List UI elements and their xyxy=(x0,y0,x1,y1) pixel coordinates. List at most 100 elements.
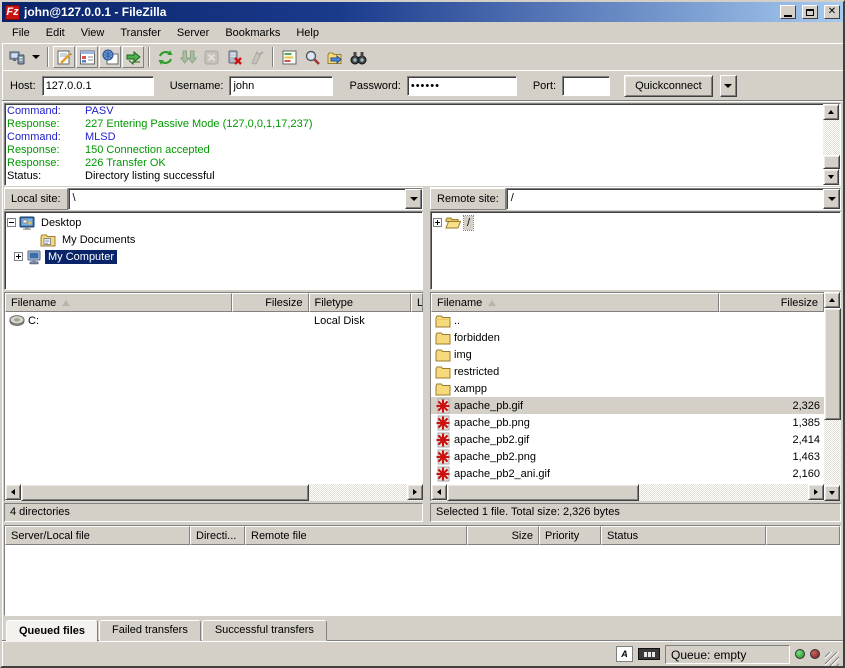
refresh-button[interactable] xyxy=(154,46,176,68)
column-header-size[interactable]: Size xyxy=(467,526,539,545)
tree-label-desktop[interactable]: Desktop xyxy=(38,216,84,230)
scrollbar-thumb[interactable] xyxy=(824,308,841,420)
column-header-priority[interactable]: Priority xyxy=(539,526,601,545)
column-header-filetype[interactable]: Filetype xyxy=(309,293,412,312)
menu-server[interactable]: Server xyxy=(169,24,217,42)
menu-view[interactable]: View xyxy=(73,24,113,42)
file-row-img[interactable]: img xyxy=(431,346,824,363)
toggle-queue-button[interactable] xyxy=(122,46,144,68)
file-row-apache-pb2-ani-gif[interactable]: apache_pb2_ani.gif 2,160 xyxy=(431,465,824,482)
reconnect-button[interactable] xyxy=(246,46,268,68)
maximize-button[interactable] xyxy=(802,5,818,19)
tree-label-my-computer[interactable]: My Computer xyxy=(45,250,117,264)
menu-bookmarks[interactable]: Bookmarks xyxy=(217,24,288,42)
resize-grip[interactable] xyxy=(825,652,839,666)
tab-queued-files[interactable]: Queued files xyxy=(6,620,98,642)
desktop-icon xyxy=(19,215,35,231)
close-button[interactable]: ✕ xyxy=(824,5,840,19)
titlebar[interactable]: Fz john@127.0.0.1 - FileZilla ✕ xyxy=(2,2,843,22)
site-manager-button[interactable] xyxy=(6,46,28,68)
tree-item-my-computer[interactable]: My Computer xyxy=(7,248,422,265)
file-row-apache-pb-png[interactable]: apache_pb.png 1,385 xyxy=(431,414,824,431)
tree-item-desktop[interactable]: Desktop xyxy=(7,214,422,231)
tab-failed-transfers[interactable]: Failed transfers xyxy=(99,620,201,641)
column-header-filesize[interactable]: Filesize xyxy=(232,293,309,312)
file-row-forbidden[interactable]: forbidden xyxy=(431,329,824,346)
directory-comparison-button[interactable] xyxy=(347,46,369,68)
host-input[interactable] xyxy=(42,76,154,96)
file-row-restricted[interactable]: restricted xyxy=(431,363,824,380)
remote-site-value[interactable]: / xyxy=(507,189,823,209)
expand-expander[interactable] xyxy=(14,252,23,261)
scrollbar-thumb[interactable] xyxy=(823,155,840,169)
file-search-button[interactable] xyxy=(301,46,323,68)
site-manager-dropdown-button[interactable] xyxy=(29,46,43,68)
tree-label-root[interactable]: / xyxy=(464,216,473,230)
file-row-apache-pb-gif[interactable]: apache_pb.gif 2,326 xyxy=(431,397,824,414)
file-row-apache-pb2-png[interactable]: apache_pb2.png 1,463 xyxy=(431,448,824,465)
scrollbar-thumb[interactable] xyxy=(447,484,639,501)
menu-transfer[interactable]: Transfer xyxy=(112,24,169,42)
column-header-status[interactable]: Status xyxy=(601,526,766,545)
remote-site-combo[interactable]: / xyxy=(506,188,841,210)
local-site-combo[interactable]: \ xyxy=(68,188,423,210)
scroll-right-button[interactable] xyxy=(808,484,824,500)
menu-file[interactable]: File xyxy=(4,24,38,42)
column-header-remote-file[interactable]: Remote file xyxy=(245,526,467,545)
disconnect-button[interactable] xyxy=(223,46,245,68)
local-site-value[interactable]: \ xyxy=(69,189,405,209)
file-row-parent[interactable]: .. xyxy=(431,312,824,329)
speedlimit-indicator-icon[interactable] xyxy=(638,648,660,660)
password-input[interactable] xyxy=(407,76,517,96)
column-header-filename[interactable]: Filename xyxy=(431,293,719,312)
scroll-down-button[interactable] xyxy=(824,485,840,501)
scroll-down-button[interactable] xyxy=(823,169,839,185)
column-header-lastmodified[interactable]: L xyxy=(411,293,423,312)
synchronized-browsing-button[interactable] xyxy=(324,46,346,68)
pane-splitter[interactable] xyxy=(426,187,427,522)
scroll-right-button[interactable] xyxy=(407,484,423,500)
file-row-c-drive[interactable]: C: Local Disk xyxy=(5,312,423,329)
process-queue-button[interactable] xyxy=(177,46,199,68)
scroll-up-button[interactable] xyxy=(824,292,840,308)
expand-expander[interactable] xyxy=(433,218,442,227)
cancel-button[interactable] xyxy=(200,46,222,68)
toggle-local-tree-button[interactable] xyxy=(76,46,98,68)
username-input[interactable] xyxy=(229,76,333,96)
remote-horizontal-scrollbar[interactable] xyxy=(431,484,824,501)
log-scrollbar[interactable] xyxy=(823,104,840,185)
send-activity-led-icon xyxy=(795,649,805,659)
local-horizontal-scrollbar[interactable] xyxy=(5,484,423,501)
column-header-server-local-file[interactable]: Server/Local file xyxy=(5,526,190,545)
menu-help[interactable]: Help xyxy=(288,24,327,42)
collapse-expander[interactable] xyxy=(7,218,16,227)
quickconnect-dropdown-button[interactable] xyxy=(720,75,737,97)
port-input[interactable] xyxy=(562,76,610,96)
quickconnect-button[interactable]: Quickconnect xyxy=(624,75,713,97)
toggle-log-button[interactable] xyxy=(53,46,75,68)
scroll-up-button[interactable] xyxy=(823,104,839,120)
column-header-blank xyxy=(766,526,840,545)
column-header-filesize[interactable]: Filesize xyxy=(719,293,824,312)
transfer-type-indicator-icon[interactable]: A xyxy=(616,646,633,662)
log-line: Command:PASV xyxy=(7,105,823,118)
file-row-xampp[interactable]: xampp xyxy=(431,380,824,397)
scroll-left-button[interactable] xyxy=(431,484,447,500)
local-site-dropdown-button[interactable] xyxy=(405,189,422,209)
tree-item-root[interactable]: / xyxy=(433,214,840,231)
file-row-apache-pb2-gif[interactable]: apache_pb2.gif 2,414 xyxy=(431,431,824,448)
column-header-direction[interactable]: Directi... xyxy=(190,526,245,545)
tree-label-my-documents[interactable]: My Documents xyxy=(59,233,138,247)
tab-successful-transfers[interactable]: Successful transfers xyxy=(202,620,327,641)
tree-item-my-documents[interactable]: My Documents xyxy=(7,231,422,248)
scroll-left-button[interactable] xyxy=(5,484,21,500)
filter-button[interactable] xyxy=(278,46,300,68)
menu-edit[interactable]: Edit xyxy=(38,24,73,42)
minimize-button[interactable] xyxy=(780,5,796,19)
toggle-remote-tree-button[interactable] xyxy=(99,46,121,68)
column-header-filename[interactable]: Filename xyxy=(5,293,232,312)
scrollbar-thumb[interactable] xyxy=(21,484,309,501)
remote-site-dropdown-button[interactable] xyxy=(823,189,840,209)
toolbar-separator xyxy=(47,47,49,67)
remote-vertical-scrollbar[interactable] xyxy=(824,292,841,501)
